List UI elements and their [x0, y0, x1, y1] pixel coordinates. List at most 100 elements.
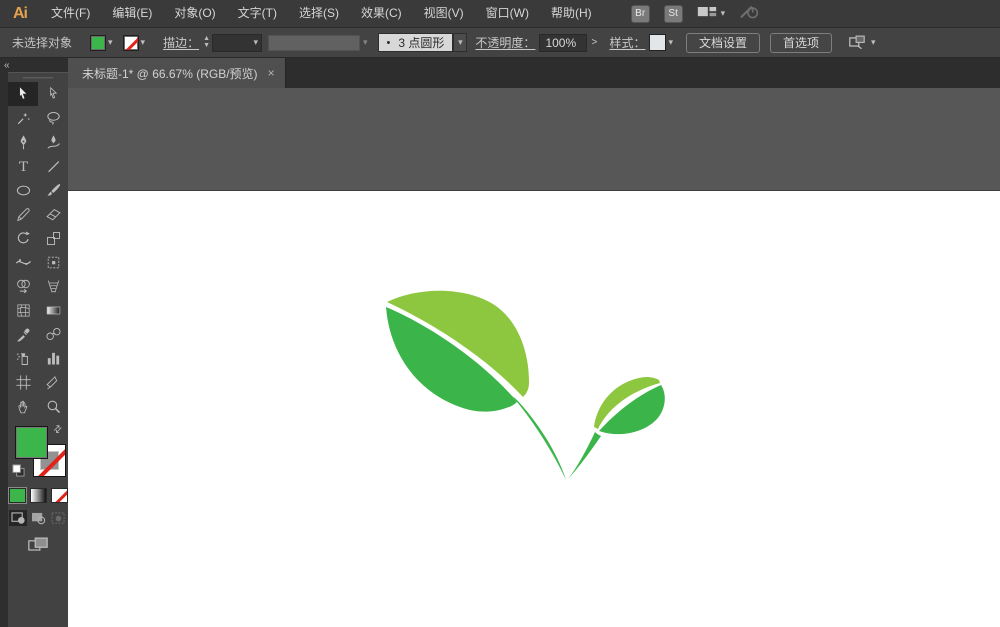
chevron-down-icon[interactable]: ▾ [141, 38, 146, 47]
menu-item-8[interactable]: 帮助(H) [540, 0, 603, 27]
stepper-down-icon[interactable]: ▼ [203, 43, 210, 49]
stock-button[interactable]: St [664, 5, 683, 23]
stroke-weight-label[interactable]: 描边： [163, 34, 199, 51]
tool-ellipse[interactable] [8, 178, 38, 202]
tool-gradient[interactable] [38, 298, 68, 322]
document-tab[interactable]: 未标题-1* @ 66.67% (RGB/预览) × [68, 58, 286, 88]
tool-paintbrush[interactable] [38, 178, 68, 202]
none-button[interactable] [51, 488, 68, 503]
tool-selection[interactable] [8, 82, 38, 106]
tool-slice[interactable] [38, 370, 68, 394]
zoom-icon [45, 398, 62, 415]
opacity-input[interactable]: 100% [539, 34, 587, 52]
tool-scale[interactable] [38, 226, 68, 250]
tool-shape-builder[interactable] [8, 274, 38, 298]
menu-item-5[interactable]: 效果(C) [350, 0, 413, 27]
collapse-panel-icon[interactable]: « [4, 60, 9, 71]
preferences-button[interactable]: 首选项 [770, 33, 832, 53]
control-bar: 未选择对象 ▾ ▾ 描边： ▲ ▼ ▾ ▾ • 3 点圆形 ▾ 不透明度： 10… [0, 28, 1000, 58]
tool-perspective-grid[interactable] [38, 274, 68, 298]
tool-mesh[interactable] [8, 298, 38, 322]
rotate-icon [15, 230, 32, 247]
panel-dock-control[interactable]: ▾ [848, 34, 876, 52]
tool-pencil[interactable] [8, 202, 38, 226]
opacity-label[interactable]: 不透明度： [475, 34, 535, 51]
color-button[interactable] [9, 488, 26, 503]
menu-item-3[interactable]: 文字(T) [227, 0, 288, 27]
tool-zoom[interactable] [38, 394, 68, 418]
panel-grip[interactable] [8, 73, 68, 82]
pencil-icon [15, 206, 32, 223]
stroke-color-control[interactable]: ▾ [123, 35, 149, 51]
fill-color-control[interactable]: ▾ [90, 35, 116, 51]
artboard-icon [15, 374, 32, 391]
draw-normal-button[interactable] [9, 510, 27, 526]
small-leaf-stem[interactable] [568, 432, 601, 479]
selection-status: 未选择对象 [12, 34, 90, 51]
chevron-down-icon[interactable]: ▾ [108, 38, 113, 47]
close-icon[interactable]: × [268, 66, 275, 80]
menu-item-1[interactable]: 编辑(E) [101, 0, 163, 27]
tool-width[interactable] [8, 250, 38, 274]
style-swatch[interactable] [649, 34, 666, 51]
menu-bar-right: Br St ▾ [631, 3, 762, 24]
curvature-icon [45, 134, 62, 151]
chevron-down-icon[interactable]: ▾ [458, 38, 463, 47]
artboard[interactable] [68, 190, 1000, 627]
default-fill-stroke-icon[interactable] [12, 464, 25, 480]
tool-eraser[interactable] [38, 202, 68, 226]
sprout-logo-artwork[interactable] [386, 286, 686, 496]
chevron-down-icon: ▾ [721, 9, 726, 18]
brush-dropdown-button[interactable]: ▾ [453, 33, 467, 52]
big-leaf-stem[interactable] [512, 396, 566, 480]
tool-hand[interactable] [8, 394, 38, 418]
document-setup-button[interactable]: 文档设置 [686, 33, 760, 53]
tool-blend[interactable] [38, 322, 68, 346]
illustrator-logo: Ai [0, 5, 40, 23]
mesh-icon [15, 302, 32, 319]
workspace-switcher[interactable]: ▾ [697, 5, 726, 22]
menu-item-4[interactable]: 选择(S) [288, 0, 350, 27]
menu-item-6[interactable]: 视图(V) [413, 0, 475, 27]
tool-curvature[interactable] [38, 130, 68, 154]
tool-symbol-sprayer[interactable] [8, 346, 38, 370]
pen-icon [15, 134, 32, 151]
chevron-down-icon[interactable]: ▾ [668, 38, 673, 47]
menu-item-2[interactable]: 对象(O) [163, 0, 226, 27]
tool-magic-wand[interactable] [8, 106, 38, 130]
workspace-icon [697, 5, 717, 22]
canvas-pasteboard[interactable] [68, 88, 1000, 627]
menu-item-7[interactable]: 窗口(W) [475, 0, 540, 27]
menu-item-0[interactable]: 文件(F) [40, 0, 101, 27]
chevron-down-icon[interactable]: ▾ [253, 38, 258, 47]
draw-behind-button[interactable] [29, 510, 47, 526]
direct-selection-icon [45, 86, 62, 103]
tools-grid: T [8, 82, 68, 418]
stroke-weight-combo[interactable]: ▾ [212, 34, 262, 52]
tool-column-graph[interactable] [38, 346, 68, 370]
lasso-icon [45, 110, 62, 127]
fill-swatch[interactable] [90, 35, 106, 51]
tool-lasso[interactable] [38, 106, 68, 130]
brush-definition-preview[interactable]: • 3 点圆形 [378, 33, 454, 52]
swap-fill-stroke-icon[interactable]: ⇄ [51, 423, 65, 437]
touch-workspace-icon[interactable] [739, 3, 761, 24]
menu-items: 文件(F)编辑(E)对象(O)文字(T)选择(S)效果(C)视图(V)窗口(W)… [40, 0, 603, 27]
tool-artboard[interactable] [8, 370, 38, 394]
stroke-swatch[interactable] [123, 35, 139, 51]
tool-rotate[interactable] [8, 226, 38, 250]
tool-pen[interactable] [8, 130, 38, 154]
fill-proxy[interactable] [15, 426, 48, 459]
style-label[interactable]: 样式： [609, 34, 645, 51]
bridge-button[interactable]: Br [631, 5, 650, 23]
ellipse-icon [15, 182, 32, 199]
tool-type[interactable]: T [8, 154, 38, 178]
stroke-weight-stepper[interactable]: ▲ ▼ [203, 36, 210, 49]
tool-direct-selection[interactable] [38, 82, 68, 106]
tool-eyedropper[interactable] [8, 322, 38, 346]
tool-free-transform[interactable] [38, 250, 68, 274]
tool-line-segment[interactable] [38, 154, 68, 178]
opacity-submenu-arrow[interactable]: > [587, 34, 601, 52]
screen-mode-button[interactable] [8, 536, 68, 553]
gradient-button[interactable] [30, 488, 47, 503]
